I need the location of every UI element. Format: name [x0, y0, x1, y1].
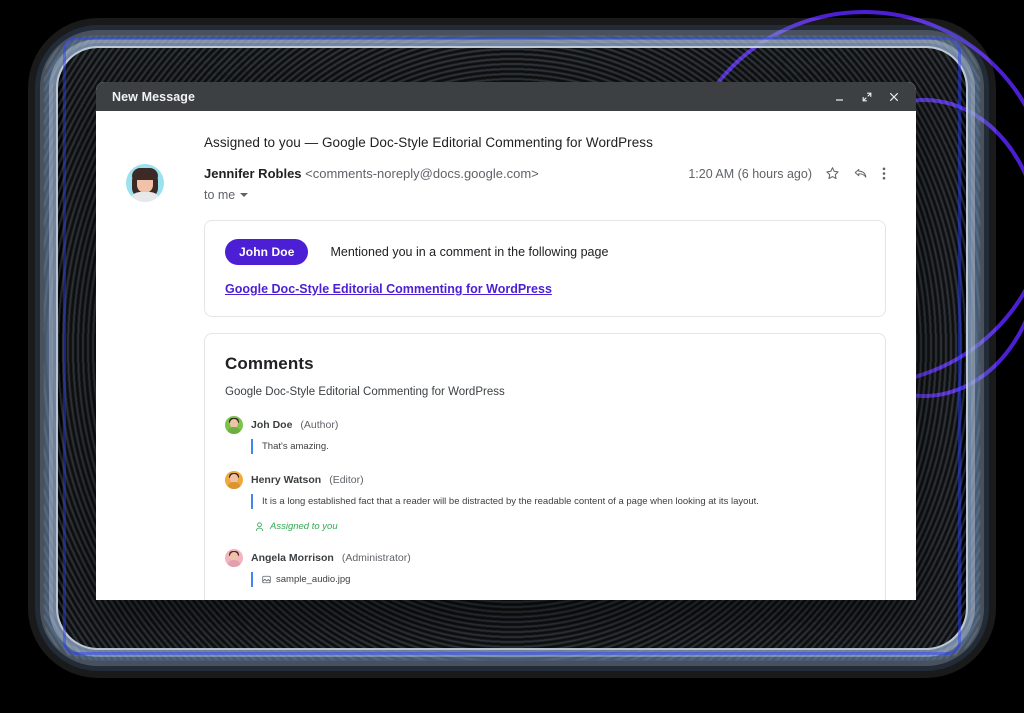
mention-card: John Doe Mentioned you in a comment in t…	[204, 220, 886, 317]
recipients-label: to me	[204, 188, 236, 202]
window-title: New Message	[112, 89, 196, 104]
comment-header: Angela Morrison (Administrator)	[225, 549, 863, 567]
minimize-button[interactable]	[828, 86, 852, 108]
assigned-label: Assigned to you	[270, 521, 338, 532]
commenter-avatar	[225, 416, 243, 434]
mention-page-link[interactable]: Google Doc-Style Editorial Commenting fo…	[225, 282, 552, 296]
comment-header: Joh Doe (Author)	[225, 416, 863, 434]
message-window: New Message Assigned to you — Google Doc…	[96, 82, 916, 600]
comments-subtitle: Google Doc-Style Editorial Commenting fo…	[225, 386, 505, 398]
star-icon[interactable]	[825, 166, 840, 181]
mention-text: Mentioned you in a comment in the follow…	[330, 245, 609, 259]
reply-icon[interactable]	[853, 166, 869, 181]
assigned-indicator: Assigned to you	[255, 521, 863, 532]
comment-body: That's amazing.	[251, 439, 863, 454]
email-body: Assigned to you — Google Doc-Style Edito…	[96, 111, 916, 600]
mention-author-chip: John Doe	[225, 239, 309, 265]
comment-item: Angela Morrison (Administrator) sample_a…	[225, 549, 863, 587]
commenter-avatar	[225, 471, 243, 489]
window-controls	[828, 86, 906, 108]
email-meta: 1:20 AM (6 hours ago)	[688, 164, 886, 181]
sender-email: <comments-noreply@docs.google.com>	[305, 166, 539, 181]
commenter-role: (Author)	[300, 419, 339, 431]
sender-row: Jennifer Robles <comments-noreply@docs.g…	[126, 164, 886, 202]
comment-item: Henry Watson (Editor) It is a long estab…	[225, 471, 863, 532]
commenter-role: (Administrator)	[341, 552, 411, 564]
commenter-name: Angela Morrison	[251, 552, 334, 564]
person-icon	[255, 521, 264, 531]
commenter-avatar	[225, 549, 243, 567]
sender-name: Jennifer Robles	[204, 166, 302, 181]
comments-heading: Comments	[225, 354, 314, 373]
attachment-icon	[262, 575, 271, 584]
recipients-toggle[interactable]: to me	[204, 188, 249, 202]
commenter-role: (Editor)	[329, 474, 364, 486]
email-timestamp: 1:20 AM (6 hours ago)	[688, 166, 812, 181]
email-subject: Assigned to you — Google Doc-Style Edito…	[204, 135, 653, 150]
sender-avatar	[126, 164, 164, 202]
maximize-button[interactable]	[855, 86, 879, 108]
comment-item: Joh Doe (Author) That's amazing.	[225, 416, 863, 454]
sender-info: Jennifer Robles <comments-noreply@docs.g…	[204, 164, 688, 202]
commenter-name: Joh Doe	[251, 419, 293, 431]
comment-attachment: sample_audio.jpg	[251, 572, 863, 587]
window-titlebar: New Message	[96, 82, 916, 111]
comment-body: It is a long established fact that a rea…	[251, 494, 863, 509]
attachment-filename[interactable]: sample_audio.jpg	[276, 572, 350, 587]
comments-card: Comments Google Doc-Style Editorial Comm…	[204, 333, 886, 600]
comment-header: Henry Watson (Editor)	[225, 471, 863, 489]
more-vertical-icon[interactable]	[882, 166, 886, 181]
commenter-name: Henry Watson	[251, 474, 322, 486]
close-button[interactable]	[882, 86, 906, 108]
chevron-down-icon	[240, 193, 249, 197]
mention-top: John Doe Mentioned you in a comment in t…	[225, 239, 865, 265]
sender-line: Jennifer Robles <comments-noreply@docs.g…	[204, 165, 688, 183]
